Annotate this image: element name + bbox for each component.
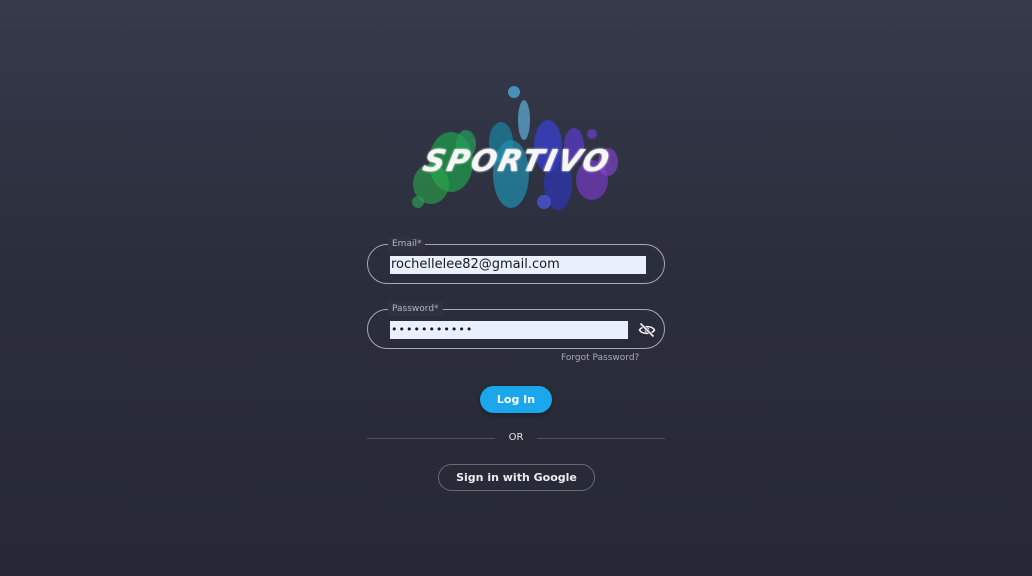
password-input[interactable]	[390, 321, 628, 339]
divider-line-right	[537, 438, 665, 439]
email-field[interactable]: Email*	[367, 237, 665, 284]
sportivo-logo: SPORTIVO	[396, 84, 638, 224]
or-divider-label: OR	[508, 432, 524, 443]
password-field[interactable]: Password*	[367, 302, 665, 349]
google-signin-button[interactable]: Sign in with Google	[438, 464, 595, 491]
email-label: Email*	[388, 237, 426, 251]
password-label: Password*	[388, 302, 443, 316]
divider-line-left	[367, 438, 495, 439]
email-input[interactable]	[390, 256, 646, 274]
eye-slash-icon[interactable]	[638, 321, 656, 339]
forgot-password-link[interactable]: Forgot Password?	[561, 353, 639, 363]
logo-wordmark: SPORTIVO	[419, 144, 615, 179]
login-button[interactable]: Log In	[480, 386, 552, 413]
